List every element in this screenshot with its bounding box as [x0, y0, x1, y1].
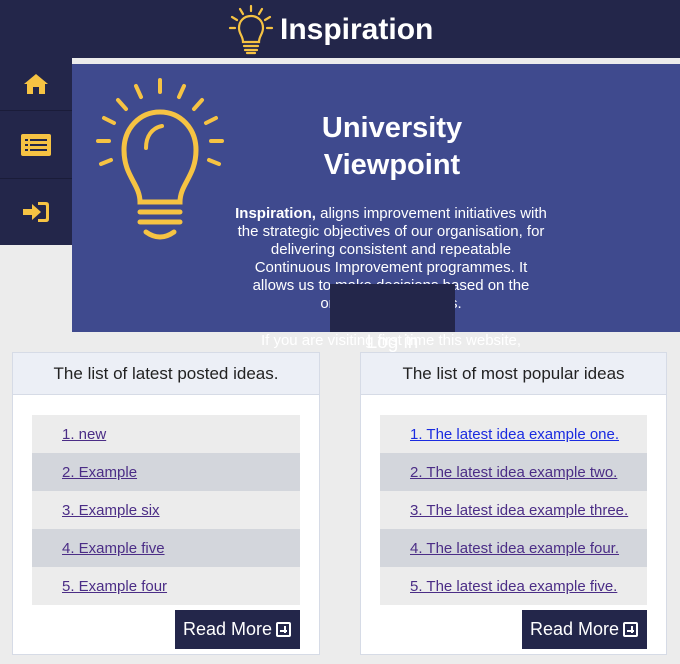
hero-brand-name: Inspiration,	[235, 205, 316, 222]
top-navbar: Inspiration	[0, 0, 680, 58]
list-item: 1. new	[32, 415, 300, 453]
list-item: 2. The latest idea example two.	[380, 453, 647, 491]
idea-link[interactable]: 5. The latest idea example five.	[410, 578, 617, 595]
lightbulb-icon	[96, 78, 224, 240]
read-more-label: Read More	[183, 619, 273, 639]
list-item: 3. The latest idea example three.	[380, 491, 647, 529]
latest-ideas-panel: The list of latest posted ideas. 1. new …	[12, 352, 320, 655]
list-item: 5. Example four	[32, 567, 300, 605]
hero-title: University Viewpoint	[321, 112, 463, 181]
idea-link[interactable]: 3. The latest idea example three.	[410, 502, 628, 519]
popular-ideas-list: 1. The latest idea example one. 2. The l…	[380, 415, 647, 605]
sidebar-item-login[interactable]	[0, 178, 72, 245]
list-icon	[21, 133, 51, 156]
brand[interactable]: Inspiration	[228, 4, 433, 56]
home-icon	[24, 74, 48, 94]
popular-ideas-panel: The list of most popular ideas 1. The la…	[360, 352, 667, 655]
list-item: 4. The latest idea example four.	[380, 529, 647, 567]
popular-ideas-heading: The list of most popular ideas	[361, 353, 666, 395]
list-item: 1. The latest idea example one.	[380, 415, 647, 453]
latest-ideas-list: 1. new 2. Example 3. Example six 4. Exam…	[32, 415, 300, 605]
sidebar	[0, 58, 72, 245]
idea-link[interactable]: 4. Example five	[62, 540, 165, 557]
read-more-button[interactable]: Read More	[175, 610, 300, 649]
plus-square-icon	[276, 622, 292, 637]
idea-link[interactable]: 4. The latest idea example four.	[410, 540, 619, 557]
list-item: 5. The latest idea example five.	[380, 567, 647, 605]
idea-link[interactable]: 1. new	[62, 426, 106, 443]
sidebar-item-list[interactable]	[0, 110, 72, 178]
plus-square-icon	[623, 622, 639, 637]
list-item: 4. Example five	[32, 529, 300, 567]
latest-ideas-heading: The list of latest posted ideas.	[13, 353, 319, 395]
idea-link[interactable]: 5. Example four	[62, 578, 167, 595]
list-item: 2. Example	[32, 453, 300, 491]
read-more-label: Read More	[530, 619, 620, 639]
sign-in-icon	[23, 202, 49, 222]
login-button[interactable]: Log in	[330, 284, 455, 353]
lightbulb-icon	[228, 4, 274, 55]
idea-link[interactable]: 3. Example six	[62, 502, 160, 519]
idea-link[interactable]: 2. Example	[62, 464, 137, 481]
app-title: Inspiration	[280, 13, 434, 46]
sidebar-item-home[interactable]	[0, 58, 72, 110]
list-item: 3. Example six	[32, 491, 300, 529]
read-more-button[interactable]: Read More	[522, 610, 647, 649]
login-button-label: Log in	[366, 332, 419, 353]
idea-link[interactable]: 2. The latest idea example two.	[410, 464, 617, 481]
idea-link[interactable]: 1. The latest idea example one.	[410, 426, 619, 443]
